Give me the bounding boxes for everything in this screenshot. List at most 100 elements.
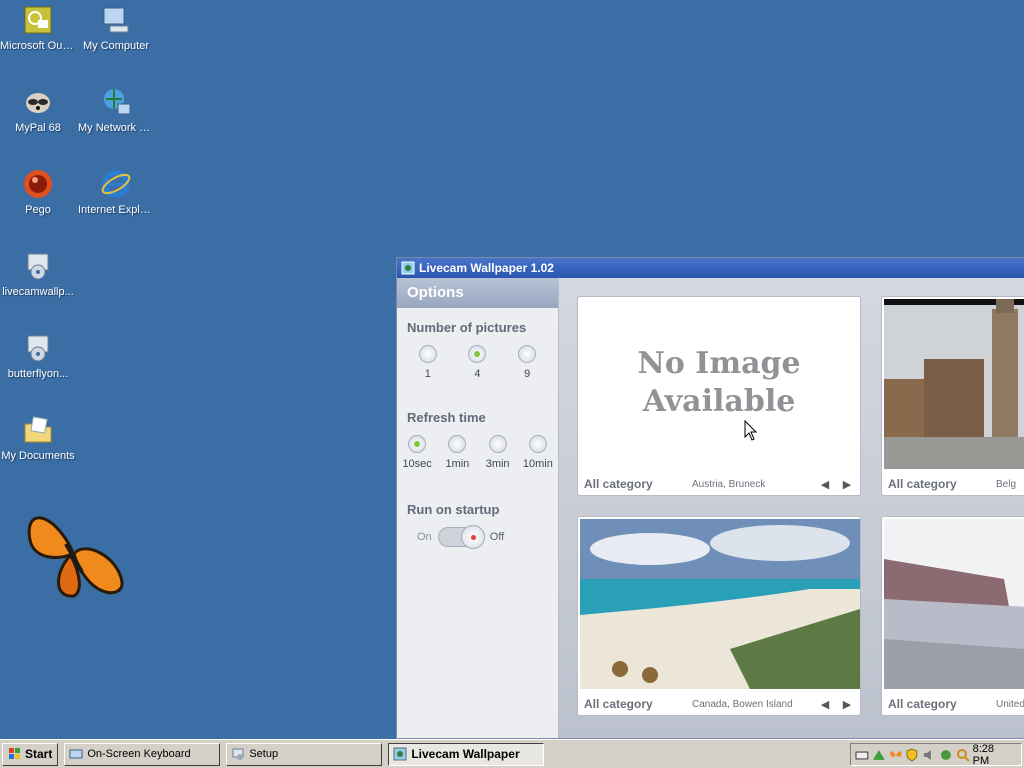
update-icon[interactable] <box>939 748 953 762</box>
refresh-radio-10min[interactable]: 10min <box>519 435 557 470</box>
snowy-hills-photo <box>884 519 1024 689</box>
card-category[interactable]: All category <box>584 477 692 491</box>
desktop-icon-livecam-installer[interactable]: livecamwallp... <box>0 250 76 299</box>
desktop-icon-butterfly-installer[interactable]: butterflyon... <box>0 332 76 381</box>
butterfly-tray-icon[interactable] <box>889 748 903 762</box>
pictures-title: Number of pictures <box>407 320 527 335</box>
window-title: Livecam Wallpaper 1.02 <box>419 261 554 275</box>
card-footer: All category Canada, Bowen Island ◀ ▶ <box>578 693 860 715</box>
radio-label: 9 <box>524 368 531 380</box>
startup-toggle[interactable] <box>437 525 485 549</box>
card-category[interactable]: All category <box>888 697 996 711</box>
card-location: Belg <box>996 478 1017 490</box>
camera-card[interactable]: No Image Available All category Austria,… <box>577 296 861 496</box>
app-icon <box>393 747 407 761</box>
refresh-radio-group: 10sec 1min 3min 10min <box>397 435 558 470</box>
pictures-radio-9[interactable]: 9 <box>508 345 546 380</box>
card-location: Canada, Bowen Island <box>692 698 793 710</box>
window-title-bar[interactable]: Livecam Wallpaper 1.02 <box>397 258 1024 278</box>
system-tray: 8:28 PM <box>850 743 1022 767</box>
pictures-radio-4[interactable]: 4 <box>458 345 496 380</box>
refresh-radio-3min[interactable]: 3min <box>479 435 517 470</box>
mypal-icon <box>26 93 50 113</box>
butterfly-icon <box>27 516 124 598</box>
camera-card[interactable]: All category United Sta <box>881 516 1024 716</box>
radio-label: 10sec <box>402 458 432 470</box>
desktop-icon-internet-explorer[interactable]: Internet Explorer <box>78 168 154 217</box>
task-on-screen-keyboard[interactable]: On-Screen Keyboard <box>64 742 221 766</box>
toggle-off-label: Off <box>489 531 505 543</box>
next-arrow-icon[interactable]: ▶ <box>840 698 854 711</box>
prev-arrow-icon[interactable]: ◀ <box>818 698 832 711</box>
installer-icon <box>27 253 49 280</box>
keyboard-tray-icon[interactable] <box>855 748 869 762</box>
outlook-icon <box>24 6 52 34</box>
card-location: United Sta <box>996 698 1024 710</box>
ie-icon <box>101 170 131 198</box>
startup-section: Run on startup On Off <box>397 470 558 549</box>
camera-card[interactable]: All category Belg <box>881 296 1024 496</box>
card-category[interactable]: All category <box>888 477 996 491</box>
installer-icon <box>27 335 49 362</box>
desktop-icon-label: livecamwallp... <box>2 286 74 298</box>
prev-arrow-icon[interactable]: ◀ <box>818 478 832 491</box>
camera-card[interactable]: All category Canada, Bowen Island ◀ ▶ <box>577 516 861 716</box>
options-header: Options <box>397 278 558 308</box>
start-label: Start <box>25 747 53 761</box>
camera-gallery: No Image Available All category Austria,… <box>559 278 1024 738</box>
clock[interactable]: 8:28 PM <box>973 743 1013 767</box>
setup-icon <box>232 748 244 760</box>
mouse-cursor-icon <box>744 420 758 441</box>
start-button[interactable]: Start <box>2 742 59 766</box>
desktop-icon-label: My Computer <box>82 40 150 52</box>
refresh-radio-1min[interactable]: 1min <box>438 435 476 470</box>
computer-icon <box>103 7 129 33</box>
pego-icon <box>24 170 52 198</box>
card-category[interactable]: All category <box>584 697 692 711</box>
toggle-knob[interactable] <box>460 525 485 549</box>
desktop-icon-outlook[interactable]: Microsoft Outlook <box>0 4 76 53</box>
radio-label: 4 <box>474 368 481 380</box>
radio-dot <box>418 345 437 363</box>
pictures-section: Number of pictures 1 4 9 <box>397 308 558 380</box>
desktop-icon-network[interactable]: My Network Places <box>78 86 154 135</box>
pictures-radio-1[interactable]: 1 <box>409 345 447 380</box>
radio-dot <box>448 435 467 453</box>
desktop-icon-my-computer[interactable]: My Computer <box>78 4 154 53</box>
card-location: Austria, Bruneck <box>692 478 766 490</box>
refresh-radio-10sec[interactable]: 10sec <box>398 435 436 470</box>
app-icon <box>401 261 415 275</box>
taskbar: Start On-Screen Keyboard Setup Livecam W… <box>0 739 1024 768</box>
search-icon[interactable] <box>956 748 970 762</box>
toggle-on-label: On <box>417 531 432 543</box>
desktop-icon-mypal[interactable]: MyPal 68 <box>0 86 76 135</box>
volume-icon[interactable] <box>922 748 936 762</box>
desktop-icon-label: Internet Explorer <box>78 204 154 216</box>
radio-dot-selected <box>468 345 487 363</box>
no-image-text: No Image Available <box>637 346 801 419</box>
task-setup[interactable]: Setup <box>226 742 383 766</box>
card-footer: All category Belg <box>882 473 1024 495</box>
startup-title: Run on startup <box>407 502 500 517</box>
desktop-icon-pego[interactable]: Pego <box>0 168 76 217</box>
startup-toggle-row: On Off <box>397 525 558 549</box>
task-livecam-wallpaper[interactable]: Livecam Wallpaper <box>388 742 545 766</box>
task-label: On-Screen Keyboard <box>87 748 191 760</box>
radio-label: 10min <box>522 458 553 470</box>
desktop-icon-label: Microsoft Outlook <box>0 40 76 52</box>
radio-dot <box>518 345 537 363</box>
next-arrow-icon[interactable]: ▶ <box>840 478 854 491</box>
town-square-photo <box>884 299 1024 469</box>
desktop-icon-label: My Network Places <box>78 122 154 134</box>
network-tray-icon[interactable] <box>872 748 886 762</box>
radio-label: 3min <box>485 458 510 470</box>
task-label: Setup <box>249 748 279 760</box>
desktop-icon-label: My Documents <box>1 450 75 462</box>
card-footer: All category United Sta <box>882 693 1024 715</box>
refresh-title: Refresh time <box>407 410 486 425</box>
shield-icon[interactable] <box>905 748 919 762</box>
desktop-icon-my-documents[interactable]: My Documents <box>0 414 76 463</box>
beach-photo <box>580 519 860 689</box>
radio-dot <box>488 435 507 453</box>
card-footer: All category Austria, Bruneck ◀ ▶ <box>578 473 860 495</box>
